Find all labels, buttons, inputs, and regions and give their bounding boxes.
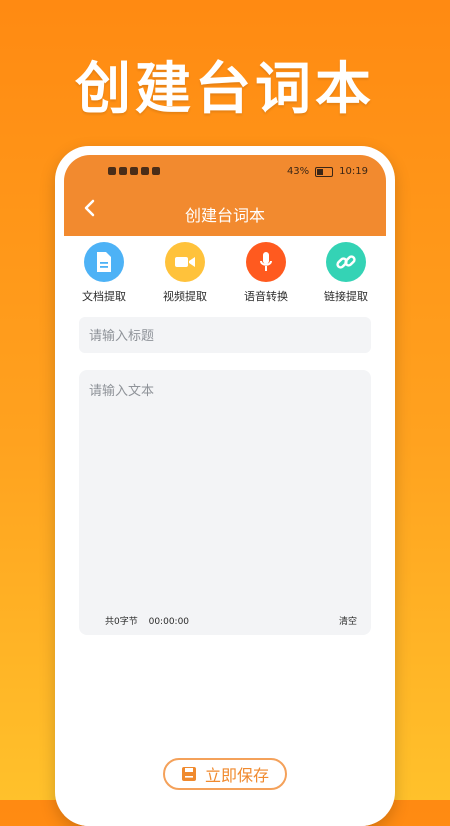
- tool-video-extract[interactable]: 视频提取: [145, 242, 225, 304]
- tool-label: 语音转换: [244, 290, 288, 303]
- clear-button[interactable]: 清空: [339, 614, 357, 627]
- clock: 10:19: [339, 166, 368, 177]
- title-input[interactable]: [79, 317, 371, 353]
- tool-document-extract[interactable]: 文档提取: [64, 242, 144, 304]
- message-icon: [141, 167, 149, 175]
- status-icons: [108, 167, 160, 175]
- link-icon: [326, 242, 366, 282]
- tool-row: 文档提取 视频提取 语音转换 链接提取: [64, 242, 386, 304]
- save-icon: [181, 767, 196, 781]
- tool-label: 链接提取: [324, 290, 368, 303]
- char-count: 共0字节: [105, 617, 138, 627]
- signal-icon: [108, 167, 116, 175]
- tool-label: 视频提取: [163, 290, 207, 303]
- text-meta: 共0字节 00:00:00: [105, 614, 197, 627]
- wifi-icon: [119, 167, 127, 175]
- tool-voice-convert[interactable]: 语音转换: [226, 242, 306, 304]
- text-input[interactable]: [79, 370, 371, 590]
- save-button[interactable]: 立即保存: [163, 758, 287, 790]
- notification-icon: [130, 167, 138, 175]
- tool-label: 文档提取: [82, 290, 126, 303]
- microphone-icon: [246, 242, 286, 282]
- duration: 00:00:00: [148, 617, 190, 627]
- save-label: 立即保存: [204, 766, 269, 785]
- status-right: 43% 10:19: [287, 166, 368, 177]
- battery-icon: [315, 166, 334, 177]
- battery-percent: 43%: [286, 166, 310, 177]
- app-icon: [152, 167, 160, 175]
- phone-frame: 43% 10:19 创建台词本 文档提取 视频提取 语音转换 链接提取 请输入标…: [55, 146, 395, 826]
- status-bar: 43% 10:19: [64, 165, 386, 183]
- hero-title: 创建台词本: [75, 57, 375, 122]
- text-card: 共0字节 00:00:00 清空: [79, 370, 371, 635]
- page-title: 创建台词本: [184, 206, 265, 225]
- video-camera-icon: [165, 242, 205, 282]
- tool-link-extract[interactable]: 链接提取: [306, 242, 386, 304]
- app-screen: 43% 10:19 创建台词本 文档提取 视频提取 语音转换 链接提取 请输入标…: [64, 155, 386, 826]
- document-icon: [84, 242, 124, 282]
- app-bar: 43% 10:19 创建台词本: [64, 155, 386, 236]
